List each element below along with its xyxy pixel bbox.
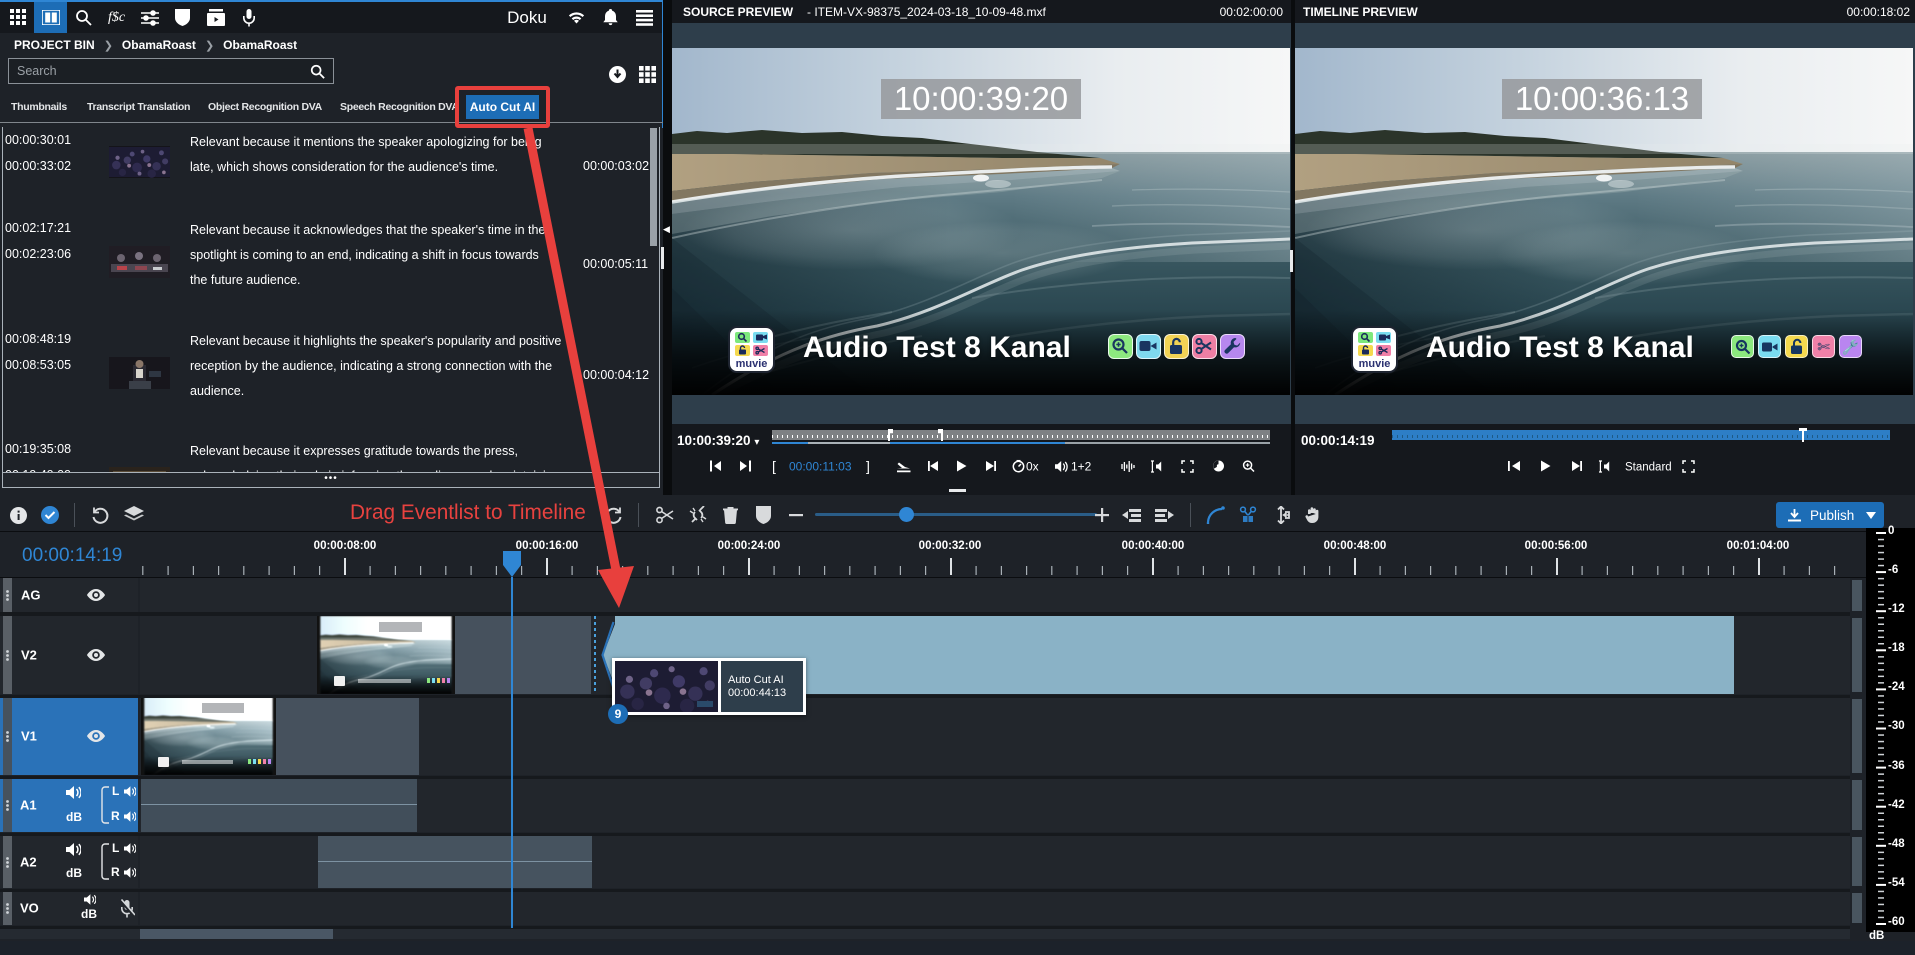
svg-text:muvie: muvie — [736, 358, 768, 370]
svg-text:0x: 0x — [1026, 460, 1039, 474]
svg-text:Standard: Standard — [1625, 462, 1672, 474]
svg-text:muvie: muvie — [1359, 358, 1391, 370]
svg-text:00:00:11:03: 00:00:11:03 — [789, 460, 852, 474]
svg-text:1+2: 1+2 — [1071, 460, 1092, 474]
svg-text:[: [ — [772, 458, 776, 474]
svg-text:]: ] — [866, 458, 870, 474]
